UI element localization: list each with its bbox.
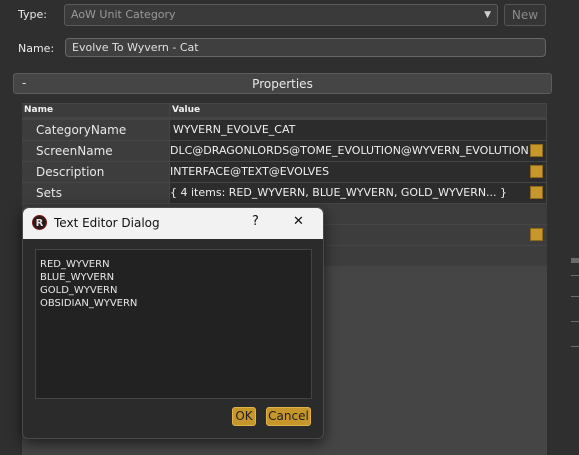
row-name-sets: Sets — [22, 183, 169, 203]
new-button[interactable]: New — [504, 4, 546, 26]
scroll-marker — [571, 321, 579, 322]
text-editor-dialog: R Text Editor Dialog ? ✕ RED_WYVERN BLUE… — [22, 207, 324, 439]
table-row[interactable]: CategoryName WYVERN_EVOLVE_CAT — [22, 120, 547, 141]
edit-string-button[interactable] — [530, 144, 543, 157]
scroll-marker — [571, 275, 579, 276]
properties-title: Properties — [252, 77, 313, 91]
edit-string-button[interactable] — [530, 165, 543, 178]
type-label: Type: — [18, 8, 47, 21]
type-dropdown-value: AoW Unit Category — [71, 8, 176, 21]
ok-button[interactable]: OK — [232, 407, 256, 426]
text-line: RED_WYVERN — [40, 259, 110, 270]
table-row[interactable]: ScreenName DLC@DRAGONLORDS@TOME_EVOLUTIO… — [22, 141, 547, 162]
scroll-marker — [571, 258, 579, 263]
scroll-marker — [571, 346, 579, 347]
text-line: GOLD_WYVERN — [40, 285, 118, 296]
name-field[interactable]: Evolve To Wyvern - Cat — [65, 38, 546, 57]
scroll-marker — [571, 296, 579, 297]
type-dropdown[interactable]: AoW Unit Category ▼ — [64, 4, 498, 26]
edit-string-button[interactable] — [530, 228, 543, 241]
row-value-description[interactable]: INTERFACE@TEXT@EVOLVES — [170, 162, 546, 182]
dialog-title-bar[interactable]: R Text Editor Dialog ? ✕ — [23, 208, 323, 239]
edit-list-button[interactable] — [530, 186, 543, 199]
column-header-value: Value — [170, 104, 546, 117]
text-editor-textarea[interactable]: RED_WYVERN BLUE_WYVERN GOLD_WYVERN OBSID… — [35, 249, 312, 399]
app-logo-icon: R — [32, 215, 47, 230]
table-row[interactable]: Description INTERFACE@TEXT@EVOLVES — [22, 162, 547, 183]
row-name-categoryname: CategoryName — [22, 120, 169, 140]
row-name-description: Description — [22, 162, 169, 182]
dialog-title: Text Editor Dialog — [54, 216, 160, 230]
row-name-screenname: ScreenName — [22, 141, 169, 161]
cancel-button[interactable]: Cancel — [266, 407, 311, 426]
column-header-name: Name — [22, 104, 169, 117]
close-icon[interactable]: ✕ — [293, 214, 304, 229]
help-icon[interactable]: ? — [252, 214, 259, 229]
table-row[interactable]: Sets { 4 items: RED_WYVERN, BLUE_WYVERN,… — [22, 183, 547, 204]
properties-header[interactable]: - Properties — [13, 73, 552, 94]
row-value-screenname[interactable]: DLC@DRAGONLORDS@TOME_EVOLUTION@WYVERN_EV… — [170, 141, 546, 161]
row-value-categoryname[interactable]: WYVERN_EVOLVE_CAT — [170, 120, 546, 140]
chevron-down-icon: ▼ — [484, 10, 491, 20]
text-line: OBSIDIAN_WYVERN — [40, 298, 138, 309]
row-value-sets[interactable]: { 4 items: RED_WYVERN, BLUE_WYVERN, GOLD… — [170, 183, 546, 203]
text-line: BLUE_WYVERN — [40, 272, 115, 283]
name-label: Name: — [18, 42, 55, 55]
